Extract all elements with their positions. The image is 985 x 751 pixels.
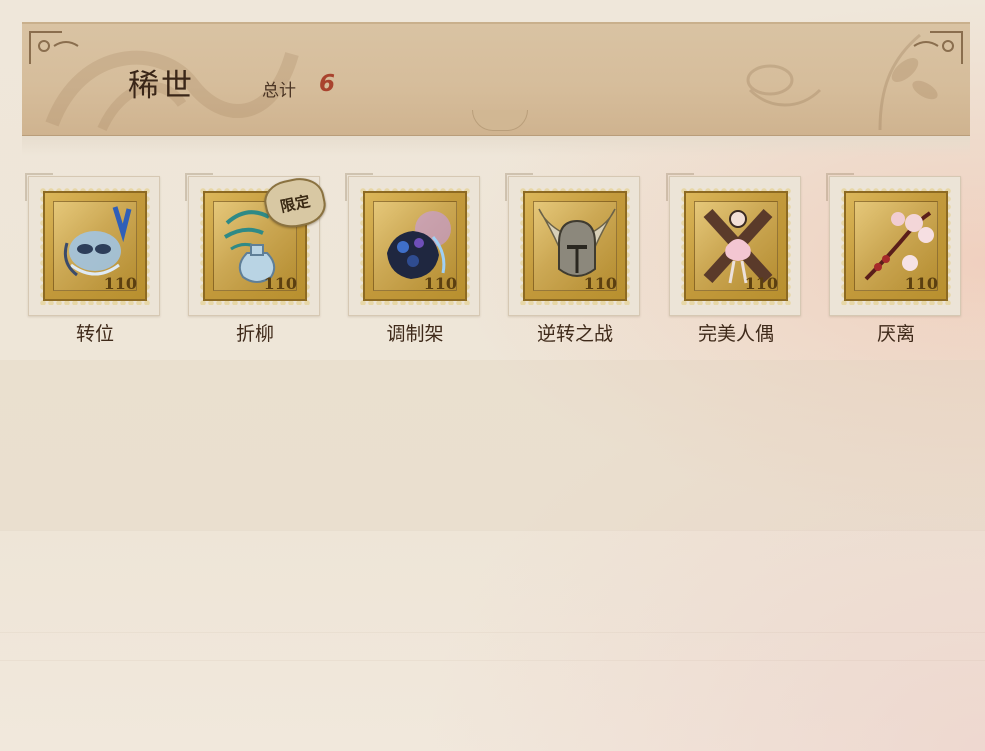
paper-texture-line <box>0 632 985 633</box>
item-card-yanli[interactable]: 110 厌离 <box>826 173 963 356</box>
item-name: 转位 <box>75 323 114 345</box>
item-card-zhuanwei[interactable]: 110 转位 <box>25 173 162 356</box>
item-card-wanmeirenou[interactable]: 110 完美人偶 <box>666 173 803 356</box>
stamp: 110 <box>519 187 631 305</box>
corner-ornament-icon <box>913 31 963 64</box>
stamp: 110 <box>359 187 471 305</box>
item-name: 完美人偶 <box>697 323 774 345</box>
paper-texture-line <box>0 530 985 531</box>
corner-ornament-icon <box>29 31 79 64</box>
paper-texture-block <box>0 360 985 530</box>
total-count: 6 <box>319 71 336 97</box>
stamp-value: 110 <box>904 274 938 293</box>
item-name: 调制架 <box>386 323 444 345</box>
item-name: 折柳 <box>235 323 274 345</box>
item-card-frame: 110 <box>25 173 160 316</box>
total-label: 总计 <box>262 81 296 101</box>
item-name: 逆转之战 <box>536 323 613 345</box>
paper-texture-line <box>0 660 985 661</box>
item-card-frame: 110 <box>345 173 480 316</box>
stamp-value: 110 <box>103 274 137 293</box>
item-name: 厌离 <box>876 323 915 345</box>
stamp-value: 110 <box>423 274 457 293</box>
stamp: 110 <box>39 187 151 305</box>
stamp-value: 110 <box>583 274 617 293</box>
item-card-frame: 110 限定 <box>185 173 330 316</box>
item-card-frame: 110 <box>666 173 801 316</box>
item-card-frame: 110 <box>826 173 961 316</box>
stamp-value: 110 <box>744 274 778 293</box>
stamp: 110 <box>680 187 792 305</box>
item-card-frame: 110 <box>505 173 640 316</box>
item-card-nizhuanzhizhan[interactable]: 110 逆转之战 <box>505 173 642 356</box>
item-card-zheliu[interactable]: 110 限定 折柳 <box>185 173 330 356</box>
category-title: 稀世 <box>128 68 194 104</box>
stamp-value: 110 <box>263 274 297 293</box>
stamp: 110 <box>840 187 952 305</box>
item-card-tiaozhijia[interactable]: 110 调制架 <box>345 173 482 356</box>
item-grid: 110 转位 110 限定 折柳 110 调制架 110 逆转之战 110 完美… <box>25 173 968 356</box>
